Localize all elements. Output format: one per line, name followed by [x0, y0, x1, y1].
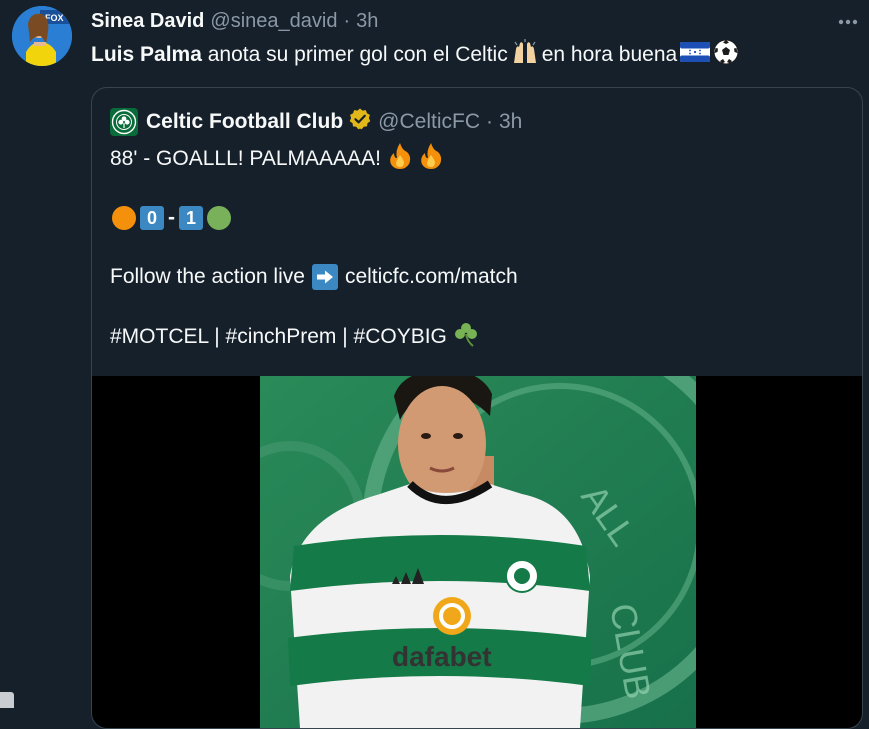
fire-icon: [387, 142, 413, 176]
author-name[interactable]: Sinea David: [91, 10, 204, 33]
quoted-line-follow: Follow the action live celticfc.com/matc…: [110, 262, 518, 292]
header-separator: ·: [343, 9, 351, 32]
tweet-header: Sinea David @sinea_david · 3h: [91, 9, 378, 33]
corner-badge: [0, 692, 14, 708]
quoted-header-separator: ·: [486, 110, 493, 133]
fire-icon: [418, 142, 444, 176]
tweet-text-part1: anota su primer gol con el Celtic: [207, 43, 508, 66]
orange-circle-icon: [112, 206, 136, 230]
more-horizontal-icon[interactable]: [834, 8, 862, 36]
tweet-time[interactable]: 3h: [356, 10, 378, 33]
hashtags[interactable]: #MOTCEL | #cinchPrem | #COYBIG: [110, 325, 447, 349]
honduras-flag-emoji: [680, 42, 711, 68]
green-circle-icon: [207, 206, 231, 230]
quoted-line-score: 0 - 1: [110, 203, 233, 233]
kit-sponsor-text: dafabet: [392, 641, 492, 672]
gold-verified-badge-icon[interactable]: [348, 107, 372, 137]
score-dash: -: [168, 206, 175, 229]
quoted-author-name[interactable]: Celtic Football Club: [146, 110, 343, 134]
tweet-text: Luis Palma anota su primer gol con el Ce…: [91, 39, 742, 71]
tweet[interactable]: FOX Sinea David @sinea_david · 3h Luis P…: [0, 0, 869, 729]
quoted-tweet-time[interactable]: 3h: [499, 110, 522, 134]
tweet-text-part2: en hora buena: [541, 43, 678, 66]
author-avatar[interactable]: FOX: [12, 6, 72, 66]
soccer-ball-emoji: [713, 39, 739, 71]
quoted-line-hashtags: #MOTCEL | #cinchPrem | #COYBIG: [110, 322, 482, 352]
raising-hands-emoji: [511, 39, 539, 71]
score-left: 0: [140, 206, 164, 230]
match-link[interactable]: celticfc.com/match: [345, 265, 518, 289]
quoted-tweet-header: Celtic Football Club @CelticFC · 3h: [110, 108, 522, 136]
player-photo[interactable]: ALL CLUB dafabet: [260, 376, 696, 728]
celtic-logo-avatar[interactable]: [110, 108, 138, 136]
tweet-text-bold: Luis Palma: [91, 43, 202, 66]
score-right: 1: [179, 206, 203, 230]
quoted-author-handle[interactable]: @CelticFC: [378, 110, 480, 134]
right-arrow-icon: [311, 264, 338, 290]
quoted-line-goal: 88' - GOALLL! PALMAAAAA!: [110, 142, 447, 176]
shamrock-icon: [453, 321, 479, 353]
author-handle[interactable]: @sinea_david: [210, 10, 337, 33]
follow-text: Follow the action live: [110, 265, 305, 288]
goal-text: 88' - GOALLL! PALMAAAAA!: [110, 147, 381, 170]
quoted-tweet[interactable]: Celtic Football Club @CelticFC · 3h 88' …: [91, 87, 863, 729]
